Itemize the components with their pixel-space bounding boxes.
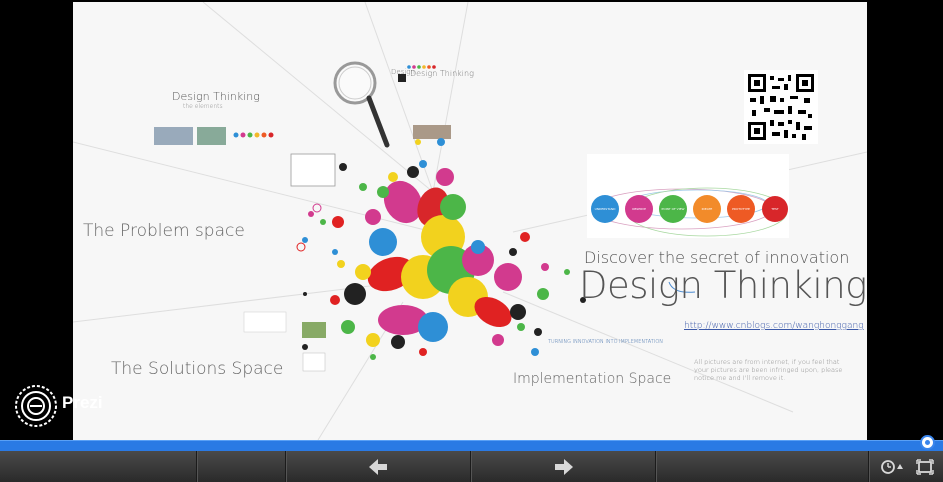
solutions-space-label: The Solutions Space [111, 359, 284, 379]
control-divider [470, 451, 471, 482]
progress-bar[interactable] [0, 440, 943, 451]
autoplay-clock-icon [881, 459, 903, 474]
design-thinking-subtitle: the elements [183, 103, 223, 110]
fullscreen-button[interactable] [913, 451, 937, 482]
fullscreen-icon [916, 458, 934, 475]
design-process-diagram: UNDERSTAND OBSERVE POINT OF VIEW IDEATE … [587, 154, 789, 238]
blog-link[interactable]: http://www.cnblogs.com/wanghonggang [684, 321, 864, 331]
previous-step-button[interactable] [366, 451, 390, 482]
problem-space-label: The Problem space [83, 221, 245, 241]
arrow-right-icon [555, 458, 573, 475]
prezi-logo-icon[interactable] [14, 384, 58, 428]
step-label: TEST [770, 207, 779, 211]
control-divider [868, 451, 869, 482]
autoplay-button[interactable] [877, 451, 907, 482]
copyright-note: All pictures are from internet, if you f… [694, 358, 843, 382]
prezi-canvas[interactable]: UNDERSTAND OBSERVE POINT OF VIEW IDEATE … [73, 2, 867, 440]
qr-code [744, 70, 818, 144]
presentation-stage: UNDERSTAND OBSERVE POINT OF VIEW IDEATE … [0, 0, 943, 440]
step-label: UNDERSTAND [595, 207, 617, 211]
player-controls [0, 451, 943, 482]
step-label: OBSERVE [632, 207, 646, 211]
implementation-space-label: Implementation Space [513, 371, 672, 387]
control-divider [285, 451, 286, 482]
design-thinking-small-title: Design Thinking [172, 90, 260, 103]
control-divider [196, 451, 197, 482]
step-label: POINT OF VIEW [662, 207, 685, 211]
step-label: PROTOTYPE [732, 207, 750, 211]
design-thinking-title: Design Thinking [579, 264, 867, 307]
next-step-button[interactable] [552, 451, 576, 482]
step-label: IDEATE [702, 207, 713, 211]
control-divider [655, 451, 656, 482]
design-tiny-label: Design [391, 68, 415, 76]
color-splash [296, 138, 586, 360]
arrow-left-icon [369, 458, 387, 475]
design-thinking-tiny-title: Design Thinking [410, 69, 474, 78]
prezi-logo-text[interactable]: Prezi [62, 393, 103, 413]
progress-knob[interactable] [920, 435, 935, 450]
implementation-note: TURNING INNOVATION INTO IMPLEMENTATION [548, 339, 663, 345]
